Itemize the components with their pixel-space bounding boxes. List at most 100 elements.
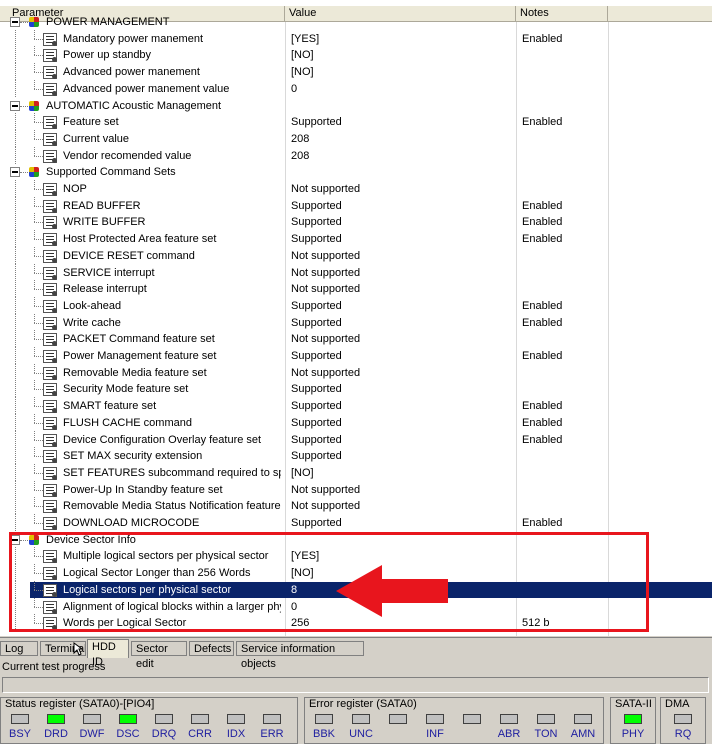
status-led bbox=[155, 714, 173, 724]
parameter-notes bbox=[522, 98, 610, 114]
table-row[interactable]: READ BUFFER Supported Enabled bbox=[0, 196, 712, 214]
table-row[interactable]: Removable Media feature set Not supported bbox=[0, 363, 712, 381]
parameter-notes: Enabled bbox=[522, 433, 563, 446]
table-row[interactable]: SERVICE interrupt Not supported bbox=[0, 263, 712, 281]
parameter-name: SET MAX security extension bbox=[63, 450, 203, 463]
parameter-notes bbox=[522, 181, 610, 197]
table-row[interactable]: Power up standby [NO] bbox=[0, 46, 712, 64]
tab-sector-edit[interactable]: Sector edit bbox=[131, 641, 187, 670]
parameter-value: Supported bbox=[291, 416, 342, 429]
table-row[interactable]: Removable Media Status Notification feat… bbox=[0, 497, 712, 515]
parameter-name: Words per Logical Sector bbox=[63, 617, 187, 630]
table-row[interactable]: Current value 208 bbox=[0, 129, 712, 147]
table-row[interactable]: SET MAX security extension Supported bbox=[0, 447, 712, 465]
test-progress-bar bbox=[2, 677, 709, 693]
parameter-icon bbox=[43, 433, 57, 447]
collapse-toggle-icon[interactable] bbox=[10, 17, 20, 27]
table-row[interactable]: NOP Not supported bbox=[0, 180, 712, 197]
tab-service-information-objects[interactable]: Service information objects bbox=[236, 641, 364, 670]
collapse-toggle-icon[interactable] bbox=[10, 534, 20, 545]
parameter-value: [NO] bbox=[291, 66, 314, 79]
table-row[interactable]: Power Management feature set Supported Ena… bbox=[0, 347, 712, 364]
parameter-notes bbox=[522, 14, 610, 30]
parameter-icon bbox=[43, 450, 57, 464]
parameter-value: Supported bbox=[291, 316, 342, 329]
progress-label: Current test progress bbox=[2, 661, 106, 673]
parameter-name: SMART feature set bbox=[63, 400, 157, 413]
table-row[interactable]: Multiple logical sectors per physical se… bbox=[0, 547, 712, 565]
parameter-icon bbox=[43, 132, 57, 146]
parameter-name: FLUSH CACHE command bbox=[63, 416, 192, 429]
table-row[interactable]: Look-ahead Supported Enabled bbox=[0, 296, 712, 314]
parameter-icon bbox=[43, 249, 57, 263]
parameter-notes: Enabled bbox=[522, 350, 563, 362]
parameter-value: [YES] bbox=[291, 550, 320, 563]
table-row[interactable]: Advanced power manement [NO] bbox=[0, 63, 712, 81]
parameter-value: Not supported bbox=[291, 500, 361, 513]
status-led-label: PHY bbox=[621, 728, 645, 740]
tab-defects[interactable]: Defects bbox=[189, 641, 234, 656]
parameter-notes bbox=[522, 248, 610, 264]
table-row[interactable]: DEVICE RESET command Not supported bbox=[0, 246, 712, 264]
status-led-label: ERR bbox=[260, 728, 284, 740]
parameter-value: 256 bbox=[291, 617, 310, 630]
collapse-toggle-icon[interactable] bbox=[10, 167, 20, 178]
table-row[interactable]: Vendor recomended value 208 bbox=[0, 146, 712, 164]
parameter-name: Advanced power manement value bbox=[63, 82, 230, 95]
parameter-name: Logical sectors per physical sector bbox=[63, 583, 232, 596]
sata-register-panel: SATA-II PHY bbox=[610, 697, 656, 744]
parameter-notes bbox=[522, 565, 610, 581]
parameter-value: Supported bbox=[291, 299, 342, 312]
table-row[interactable]: SET FEATURES subcommand required to spin… bbox=[0, 463, 712, 481]
parameter-notes: Enabled bbox=[522, 517, 563, 529]
status-led-label: TON bbox=[534, 728, 558, 740]
table-row[interactable]: Words per Logical Sector 256 512 b bbox=[0, 614, 712, 632]
table-row[interactable]: Host Protected Area feature set Supported… bbox=[0, 230, 712, 248]
table-row[interactable]: Device Configuration Overlay feature set… bbox=[0, 430, 712, 448]
table-row[interactable]: Release interrupt Not supported bbox=[0, 280, 712, 298]
parameter-value: Not supported bbox=[291, 266, 361, 279]
parameter-notes bbox=[522, 482, 610, 498]
parameter-name: POWER MANAGEMENT bbox=[46, 16, 170, 28]
tab-log[interactable]: Log bbox=[0, 641, 38, 656]
parameter-icon bbox=[43, 567, 57, 581]
table-row[interactable]: Feature set Supported Enabled bbox=[0, 113, 712, 131]
tree-group-row[interactable]: Supported Command Sets bbox=[0, 164, 712, 180]
parameter-value: Not supported bbox=[291, 283, 361, 296]
status-led-label: IDX bbox=[226, 728, 246, 740]
table-row[interactable]: Mandatory power manement [YES] Enabled bbox=[0, 29, 712, 47]
table-row[interactable]: WRITE BUFFER Supported Enabled bbox=[0, 213, 712, 231]
table-row[interactable]: Security Mode feature set Supported bbox=[0, 380, 712, 398]
parameter-value: Supported bbox=[291, 233, 342, 246]
tree-group-row[interactable]: AUTOMATIC Acoustic Management bbox=[0, 98, 712, 114]
parameter-name: Alignment of logical blocks within a lar… bbox=[63, 600, 281, 613]
table-row[interactable]: SMART feature set Supported Enabled bbox=[0, 397, 712, 415]
dma-register-title: DMA bbox=[665, 698, 690, 710]
parameter-name: SERVICE interrupt bbox=[63, 266, 155, 279]
table-row[interactable]: Advanced power manement value 0 bbox=[0, 79, 712, 97]
status-led bbox=[315, 714, 333, 724]
collapse-toggle-icon[interactable] bbox=[10, 100, 20, 111]
parameter-value bbox=[291, 164, 516, 180]
status-led-label: RQ bbox=[674, 728, 692, 740]
parameter-value: Supported bbox=[291, 383, 342, 396]
parameter-value: Supported bbox=[291, 350, 342, 362]
table-row[interactable]: PACKET Command feature set Not supported bbox=[0, 330, 712, 348]
hdd-id-tree-grid[interactable]: Parameter Value Notes POWER MANAGEMENT Ma… bbox=[0, 0, 712, 636]
status-led bbox=[119, 714, 137, 724]
table-row[interactable]: DOWNLOAD MICROCODE Supported Enabled bbox=[0, 514, 712, 531]
parameter-name: DEVICE RESET command bbox=[63, 249, 195, 262]
parameter-notes bbox=[522, 365, 610, 381]
table-row[interactable]: Write cache Supported Enabled bbox=[0, 313, 712, 331]
parameter-value: Supported bbox=[291, 433, 342, 446]
tree-group-row[interactable]: Device Sector Info bbox=[0, 532, 712, 548]
tab-hdd-id[interactable]: HDD ID bbox=[87, 639, 129, 668]
parameter-icon bbox=[43, 49, 57, 63]
tree-group-row[interactable]: POWER MANAGEMENT bbox=[0, 14, 712, 30]
table-row[interactable]: Power-Up In Standby feature set Not suppo… bbox=[0, 480, 712, 498]
status-led-label: UNC bbox=[349, 728, 373, 740]
parameter-notes: Enabled bbox=[522, 299, 563, 312]
status-led bbox=[11, 714, 29, 724]
parameter-notes bbox=[522, 64, 610, 80]
table-row[interactable]: FLUSH CACHE command Supported Enabled bbox=[0, 413, 712, 431]
